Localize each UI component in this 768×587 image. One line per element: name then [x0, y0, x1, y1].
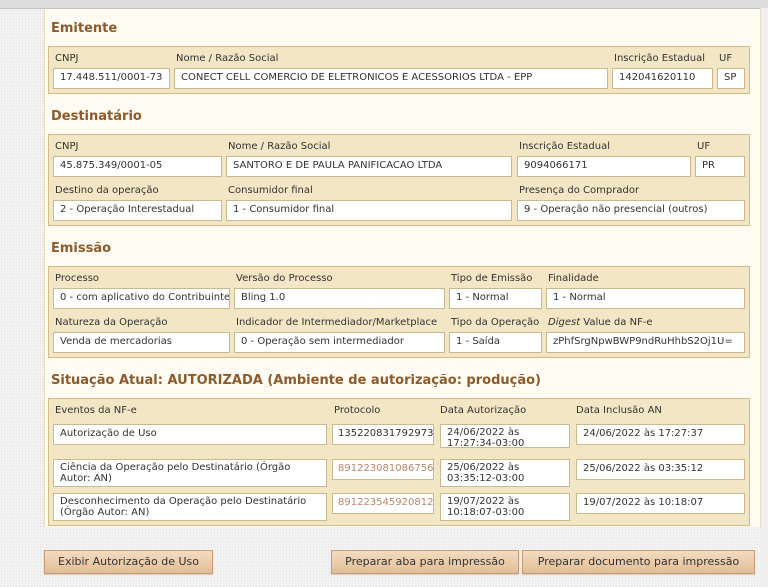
destinatario-razao-label: Nome / Razão Social	[228, 141, 331, 152]
data-inclusao-cell: 19/07/2022 às 10:18:07	[576, 493, 745, 514]
digest-label-em: Digest	[548, 317, 581, 328]
emitente-title: Emitente	[51, 21, 118, 36]
scrollbar[interactable]	[760, 8, 768, 587]
data-inclusao-header: Data Inclusão AN	[576, 405, 662, 416]
protocolo-link[interactable]: 891223545920812	[332, 493, 434, 514]
destino-operacao-label: Destino da operação	[55, 185, 159, 196]
destinatario-uf-label: UF	[697, 141, 711, 152]
protocolo-cell: 135220831792973	[332, 424, 434, 445]
emitente-razao-label: Nome / Razão Social	[176, 53, 279, 64]
finalidade-field: 1 - Normal	[546, 288, 745, 309]
intermediador-field: 0 - Operação sem intermediador	[234, 332, 445, 353]
evento-cell: Ciência da Operação pelo Destinatário (Ó…	[53, 459, 327, 487]
data-inclusao-cell: 24/06/2022 às 17:27:37	[576, 424, 745, 445]
emitente-cnpj-field: 17.448.511/0001-73	[53, 68, 170, 89]
data-autorizacao-header: Data Autorização	[440, 405, 527, 416]
consumidor-final-field: 1 - Consumidor final	[226, 200, 512, 221]
situacao-title: Situação Atual: AUTORIZADA (Ambiente de …	[51, 373, 541, 388]
evento-cell: Desconhecimento da Operação pelo Destina…	[53, 493, 327, 521]
emitente-razao-field: CONECT CELL COMERCIO DE ELETRONICOS E AC…	[174, 68, 608, 89]
presenca-comprador-field: 9 - Operação não presencial (outros)	[517, 200, 745, 221]
digest-field: zPhfSrgNpwBWP9ndRuHhbS2Oj1U=	[546, 332, 745, 353]
tipo-operacao-field: 1 - Saída	[449, 332, 542, 353]
versao-processo-label: Versão do Processo	[236, 273, 333, 284]
finalidade-label: Finalidade	[548, 273, 599, 284]
data-autorizacao-cell: 24/06/2022 às 17:27:34-03:00	[440, 424, 570, 448]
destinatario-cnpj-label: CNPJ	[55, 141, 79, 152]
emitente-cnpj-label: CNPJ	[55, 53, 79, 64]
eventos-header: Eventos da NF-e	[55, 405, 137, 416]
data-inclusao-cell: 25/06/2022 às 03:35:12	[576, 459, 745, 480]
destinatario-cnpj-field: 45.875.349/0001-05	[53, 156, 222, 177]
emitente-uf-field: SP	[717, 68, 745, 89]
presenca-comprador-label: Presença do Comprador	[519, 185, 640, 196]
versao-processo-field: Bling 1.0	[234, 288, 445, 309]
exibir-autorizacao-button[interactable]: Exibir Autorização de Uso	[44, 550, 213, 574]
destinatario-razao-field: SANTORO E DE PAULA PANIFICACAO LTDA	[226, 156, 512, 177]
browser-top-bar	[0, 0, 768, 9]
destinatario-ie-label: Inscrição Estadual	[519, 141, 610, 152]
destinatario-title: Destinatário	[51, 109, 142, 124]
preparar-aba-button[interactable]: Preparar aba para impressão	[331, 550, 519, 574]
digest-label-rest: Value da NF-e	[580, 317, 653, 328]
emitente-uf-label: UF	[719, 53, 733, 64]
evento-cell: Autorização de Uso	[53, 424, 327, 445]
natureza-operacao-label: Natureza da Operação	[55, 317, 168, 328]
processo-field: 0 - com aplicativo do Contribuinte	[53, 288, 230, 309]
destinatario-ie-field: 9094066171	[517, 156, 691, 177]
emitente-ie-label: Inscrição Estadual	[614, 53, 705, 64]
tipo-operacao-label: Tipo da Operação	[451, 317, 540, 328]
tipo-emissao-field: 1 - Normal	[449, 288, 542, 309]
data-autorizacao-cell: 25/06/2022 às 03:35:12-03:00	[440, 459, 570, 487]
processo-label: Processo	[55, 273, 100, 284]
destinatario-uf-field: PR	[695, 156, 745, 177]
destino-operacao-field: 2 - Operação Interestadual	[53, 200, 222, 221]
natureza-operacao-field: Venda de mercadorias	[53, 332, 230, 353]
preparar-documento-button[interactable]: Preparar documento para impressão	[522, 550, 755, 574]
protocolo-link[interactable]: 891223081086756	[332, 459, 434, 480]
emitente-ie-field: 142041620110	[612, 68, 713, 89]
data-autorizacao-cell: 19/07/2022 às 10:18:07-03:00	[440, 493, 570, 521]
digest-label: Digest Value da NF-e	[548, 317, 653, 328]
tipo-emissao-label: Tipo de Emissão	[451, 273, 533, 284]
protocolo-header: Protocolo	[334, 405, 381, 416]
intermediador-label: Indicador de Intermediador/Marketplace	[236, 317, 438, 328]
consumidor-final-label: Consumidor final	[228, 185, 313, 196]
emissao-title: Emissão	[51, 241, 112, 256]
